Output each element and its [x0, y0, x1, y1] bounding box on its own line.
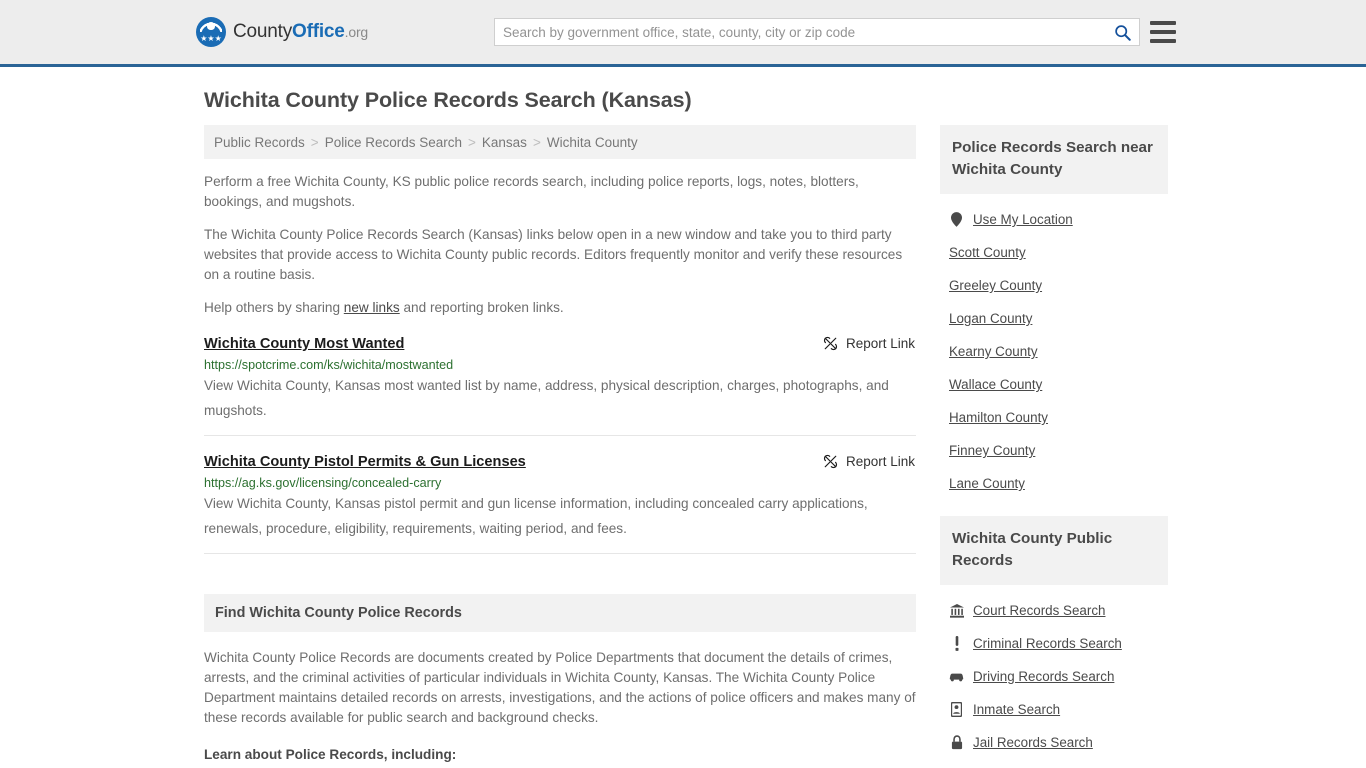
list-item-jail-records[interactable]: Jail Records Search — [940, 726, 1168, 759]
result-title-link[interactable]: Wichita County Most Wanted — [204, 336, 404, 352]
site-header: ★★★ CountyOffice.org — [0, 0, 1366, 67]
court-records-search-link[interactable]: Court Records Search — [973, 603, 1105, 618]
list-item-logan-county[interactable]: Logan County — [940, 302, 1168, 335]
county-link[interactable]: Finney County — [949, 443, 1035, 458]
driving-records-search-link[interactable]: Driving Records Search — [973, 669, 1114, 684]
result-description: View Wichita County, Kansas pistol permi… — [204, 496, 868, 536]
share-text-before: Help others by sharing — [204, 300, 344, 315]
breadcrumb-item-public-records[interactable]: Public Records — [214, 135, 305, 150]
brand-text-office: Office — [292, 21, 345, 42]
inmate-search-link[interactable]: Inmate Search — [973, 702, 1060, 717]
use-my-location-link[interactable]: Use My Location — [973, 212, 1073, 227]
list-item-finney-county[interactable]: Finney County — [940, 434, 1168, 467]
breadcrumb-separator: > — [468, 134, 476, 150]
search-button[interactable] — [1105, 19, 1139, 45]
intro-paragraph-2: The Wichita County Police Records Search… — [204, 227, 903, 282]
result-title-link[interactable]: Wichita County Pistol Permits & Gun Lice… — [204, 454, 526, 470]
intro-paragraph-3: Help others by sharing new links and rep… — [204, 298, 916, 318]
report-link-button[interactable]: Report Link — [823, 454, 916, 469]
panel-nearby-heading: Police Records Search near Wichita Count… — [940, 125, 1168, 194]
car-icon — [949, 671, 964, 682]
breadcrumb-item-wichita-county[interactable]: Wichita County — [547, 135, 638, 150]
courthouse-icon — [949, 603, 964, 618]
site-logo[interactable]: ★★★ CountyOffice.org — [196, 17, 368, 47]
list-item-wallace-county[interactable]: Wallace County — [940, 368, 1168, 401]
list-item-court-records[interactable]: Court Records Search — [940, 594, 1168, 627]
list-item-greeley-county[interactable]: Greeley County — [940, 269, 1168, 302]
breadcrumb-item-police-records-search[interactable]: Police Records Search — [325, 135, 462, 150]
jail-records-search-link[interactable]: Jail Records Search — [973, 735, 1093, 750]
map-pin-icon — [949, 212, 964, 227]
broken-link-icon — [823, 336, 838, 351]
report-link-label: Report Link — [845, 454, 915, 469]
list-item-scott-county[interactable]: Scott County — [940, 236, 1168, 269]
county-link[interactable]: Lane County — [949, 476, 1025, 491]
new-links-link[interactable]: new links — [344, 300, 400, 315]
county-link[interactable]: Scott County — [949, 245, 1026, 260]
breadcrumb: Public Records > Police Records Search >… — [204, 125, 916, 159]
menu-button[interactable] — [1150, 21, 1176, 43]
breadcrumb-separator: > — [532, 134, 541, 150]
breadcrumb-item-kansas[interactable]: Kansas — [482, 135, 527, 150]
county-link[interactable]: Greeley County — [949, 278, 1042, 293]
sidebar: Police Records Search near Wichita Count… — [940, 125, 1168, 768]
result-item: Wichita County Most Wanted Report Link h… — [204, 318, 916, 436]
panel-public-records-heading: Wichita County Public Records — [940, 516, 1168, 585]
list-item-driving-records[interactable]: Driving Records Search — [940, 660, 1168, 693]
panel-public-records: Wichita County Public Records Court Reco… — [940, 516, 1168, 759]
search-bar — [494, 18, 1140, 46]
id-card-icon — [949, 702, 964, 717]
broken-link-icon — [823, 454, 838, 469]
result-description: View Wichita County, Kansas most wanted … — [204, 378, 889, 418]
result-header: Wichita County Most Wanted Report Link — [204, 336, 916, 352]
result-url: https://spotcrime.com/ks/wichita/mostwan… — [204, 358, 454, 372]
hamburger-bar — [1150, 30, 1176, 34]
hamburger-bar — [1150, 39, 1176, 43]
county-link[interactable]: Logan County — [949, 311, 1032, 326]
search-input[interactable] — [495, 19, 1105, 45]
nearby-county-list: Use My Location Scott County Greeley Cou… — [940, 194, 1168, 500]
find-records-body: Wichita County Police Records are docume… — [204, 648, 916, 768]
county-link[interactable]: Hamilton County — [949, 410, 1048, 425]
intro-paragraph-1: Perform a free Wichita County, KS public… — [204, 174, 859, 209]
list-item-criminal-records[interactable]: Criminal Records Search — [940, 627, 1168, 660]
brand-text-org: .org — [344, 24, 369, 40]
criminal-records-search-link[interactable]: Criminal Records Search — [973, 636, 1122, 651]
hamburger-bar — [1150, 21, 1176, 25]
county-link[interactable]: Wallace County — [949, 377, 1042, 392]
page-title: Wichita County Police Records Search (Ka… — [204, 88, 692, 112]
result-item: Wichita County Pistol Permits & Gun Lice… — [204, 436, 916, 554]
list-item-inmate-search[interactable]: Inmate Search — [940, 693, 1168, 726]
learn-about-heading: Learn about Police Records, including: — [204, 747, 457, 762]
result-url: https://ag.ks.gov/licensing/concealed-ca… — [204, 476, 442, 490]
brand-text-county: County — [233, 21, 293, 42]
breadcrumb-separator: > — [310, 134, 319, 150]
find-records-paragraph: Wichita County Police Records are docume… — [204, 650, 916, 725]
list-item-hamilton-county[interactable]: Hamilton County — [940, 401, 1168, 434]
list-item-use-my-location[interactable]: Use My Location — [940, 203, 1168, 236]
lock-icon — [949, 735, 964, 750]
public-records-list: Court Records Search Criminal Records Se… — [940, 585, 1168, 759]
panel-nearby-counties: Police Records Search near Wichita Count… — [940, 125, 1168, 500]
list-item-kearny-county[interactable]: Kearny County — [940, 335, 1168, 368]
find-records-heading: Find Wichita County Police Records — [204, 594, 916, 632]
exclamation-icon — [949, 636, 964, 651]
main-column: Public Records > Police Records Search >… — [204, 125, 916, 768]
result-header: Wichita County Pistol Permits & Gun Lice… — [204, 454, 916, 470]
search-icon — [1114, 24, 1131, 41]
report-link-label: Report Link — [845, 336, 915, 351]
county-office-seal-icon: ★★★ — [196, 17, 226, 47]
brand-wordmark: CountyOffice.org — [233, 21, 368, 43]
list-item-lane-county[interactable]: Lane County — [940, 467, 1168, 500]
share-text-after: and reporting broken links. — [399, 300, 564, 315]
report-link-button[interactable]: Report Link — [823, 336, 916, 351]
county-link[interactable]: Kearny County — [949, 344, 1038, 359]
